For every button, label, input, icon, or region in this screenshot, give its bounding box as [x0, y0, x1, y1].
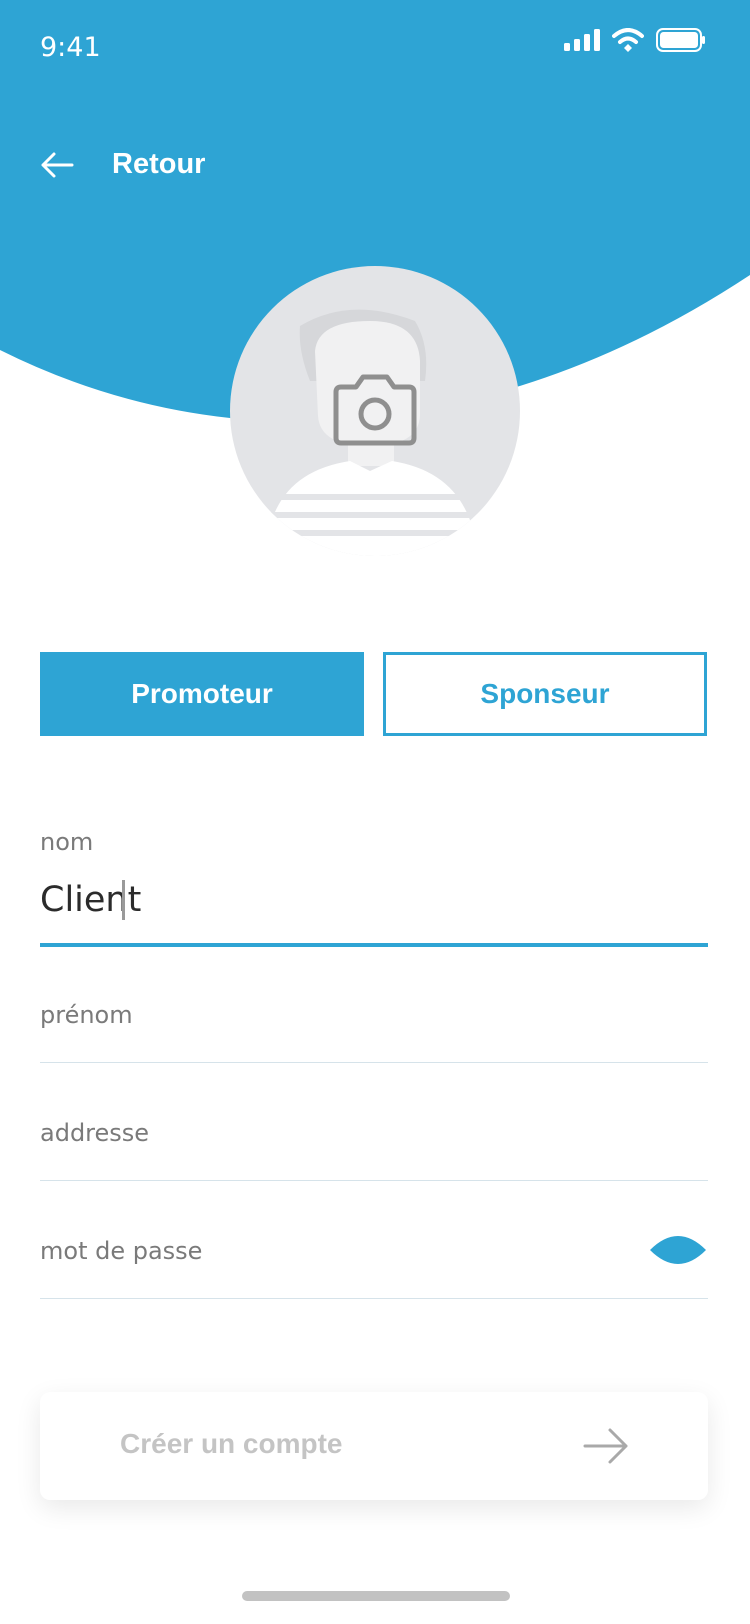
signal-icon — [564, 29, 600, 51]
role-promoteur-button[interactable]: Promoteur — [40, 652, 364, 736]
nom-underline — [40, 943, 708, 947]
nom-input[interactable]: Client — [40, 880, 141, 920]
text-cursor — [122, 880, 125, 920]
nom-label: nom — [40, 828, 94, 856]
home-indicator — [242, 1591, 510, 1601]
wifi-icon — [612, 28, 644, 52]
create-account-label: Créer un compte — [120, 1428, 343, 1459]
eye-icon[interactable] — [648, 1232, 708, 1268]
role-sponseur-button[interactable]: Sponseur — [383, 652, 707, 736]
arrow-left-icon — [41, 152, 74, 177]
password-underline — [40, 1298, 708, 1299]
prenom-underline — [40, 1062, 708, 1063]
battery-icon — [656, 28, 705, 52]
prenom-input[interactable]: prénom — [40, 1001, 133, 1029]
back-label: Retour — [112, 148, 206, 180]
status-bar: 9:41 — [0, 0, 750, 100]
avatar-photo-picker[interactable] — [230, 266, 520, 556]
status-time: 9:41 — [40, 32, 101, 63]
status-icons — [564, 28, 706, 52]
create-account-button[interactable]: Créer un compte — [40, 1392, 708, 1500]
camera-icon — [333, 374, 417, 446]
arrow-right-icon — [583, 1428, 628, 1464]
adresse-input[interactable]: addresse — [40, 1119, 149, 1147]
password-input[interactable]: mot de passe — [40, 1237, 202, 1265]
back-button[interactable]: Retour — [40, 148, 205, 181]
adresse-underline — [40, 1180, 708, 1181]
